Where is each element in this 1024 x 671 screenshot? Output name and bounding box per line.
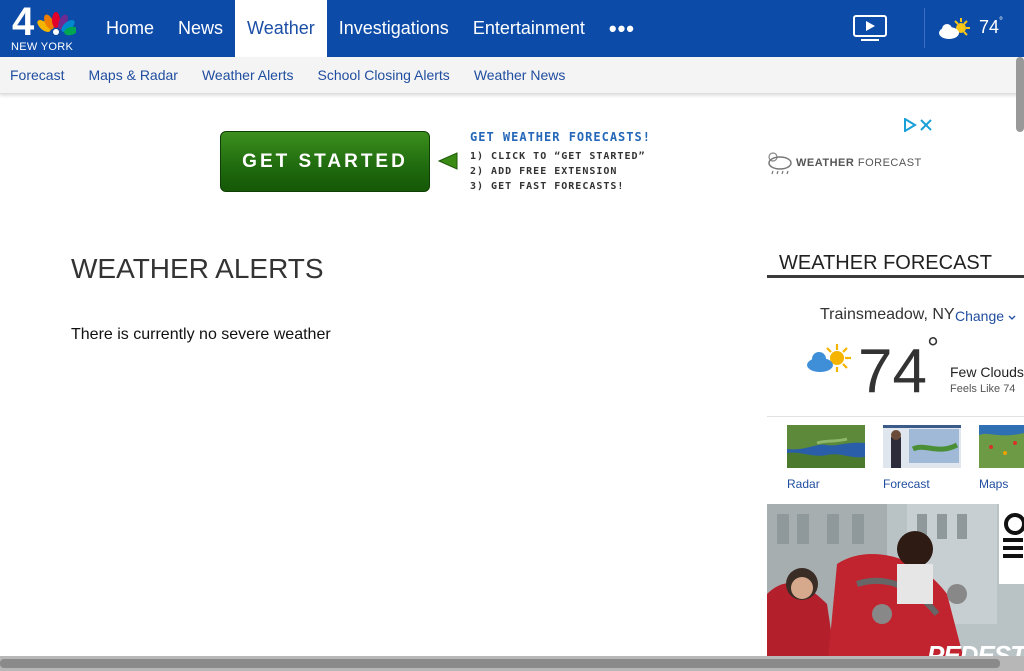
no-alerts-message: There is currently no severe weather: [71, 326, 331, 343]
header-divider: [924, 8, 925, 48]
sidebar-ad-image[interactable]: PEDESTRI: [767, 504, 1024, 671]
subnav-weather-news[interactable]: Weather News: [462, 57, 578, 93]
header-degree-symbol: °: [999, 16, 1003, 27]
subnav-school-closing-alerts[interactable]: School Closing Alerts: [306, 57, 462, 93]
current-condition: Few Clouds: [950, 364, 1024, 380]
chevron-down-icon: [1008, 315, 1016, 320]
ad-step-1: 1) CLICK TO “GET STARTED”: [470, 151, 646, 162]
weather-subnav: Forecast Maps & Radar Weather Alerts Sch…: [0, 57, 1024, 94]
partly-cloudy-icon[interactable]: [937, 16, 973, 42]
current-temperature: 74: [858, 337, 927, 406]
ad-step-2: 2) ADD FREE EXTENSION: [470, 166, 618, 177]
cloud-rain-icon: [768, 152, 792, 175]
ad-step-3: 3) GET FAST FORECASTS!: [470, 181, 625, 192]
subnav-weather-alerts[interactable]: Weather Alerts: [190, 57, 306, 93]
nav-investigations[interactable]: Investigations: [327, 0, 461, 57]
subnav-maps-radar[interactable]: Maps & Radar: [76, 57, 189, 93]
partly-cloudy-icon: [807, 344, 851, 372]
maps-thumbnail[interactable]: [979, 425, 1024, 468]
page-title: WEATHER ALERTS: [71, 253, 324, 284]
forecast-location: Trainsmeadow, NY: [820, 306, 955, 323]
header-temperature[interactable]: 74: [979, 17, 999, 38]
logo-channel-number: 4: [12, 0, 35, 44]
top-navigation-bar: 4 NEW YORK Home News Weather Investigati…: [0, 0, 1024, 57]
nav-weather[interactable]: Weather: [235, 0, 327, 57]
radar-thumbnail[interactable]: [787, 425, 865, 468]
ad-brand-label: WEATHER FORECAST: [796, 157, 922, 169]
horizontal-scrollbar-thumb[interactable]: [0, 659, 1000, 668]
maps-link[interactable]: Maps: [979, 477, 1008, 491]
sidebar-heading: WEATHER FORECAST: [767, 250, 1024, 278]
feels-like: Feels Like 74: [950, 383, 1016, 395]
peacock-icon: [37, 12, 76, 36]
subnav-forecast[interactable]: Forecast: [0, 57, 76, 93]
arrow-left-icon: [437, 152, 458, 170]
radar-link[interactable]: Radar: [787, 477, 820, 491]
nav-news[interactable]: News: [166, 0, 235, 57]
vertical-scrollbar-thumb[interactable]: [1016, 57, 1024, 132]
main-nav: Home News Weather Investigations Enterta…: [94, 0, 647, 57]
video-play-icon[interactable]: [852, 14, 888, 42]
sidebar-heading-text: WEATHER FORECAST: [779, 252, 992, 274]
forecast-link[interactable]: Forecast: [883, 477, 930, 491]
logo-city-label: NEW YORK: [11, 41, 74, 53]
change-location-button[interactable]: Change: [955, 308, 1016, 324]
ad-choices-icon[interactable]: [902, 118, 936, 132]
nbc-4-new-york-logo[interactable]: 4 NEW YORK: [8, 0, 82, 54]
current-degree-symbol: °: [927, 332, 939, 365]
more-menu-button[interactable]: •••: [597, 0, 647, 57]
nav-entertainment[interactable]: Entertainment: [461, 0, 597, 57]
sidebar-divider: [767, 416, 1024, 417]
nav-home[interactable]: Home: [94, 0, 166, 57]
ad-get-started-button[interactable]: GET STARTED: [220, 131, 430, 192]
change-label: Change: [955, 308, 1005, 324]
forecast-thumbnail[interactable]: [883, 425, 961, 468]
ad-headline: GET WEATHER FORECASTS!: [470, 130, 651, 144]
